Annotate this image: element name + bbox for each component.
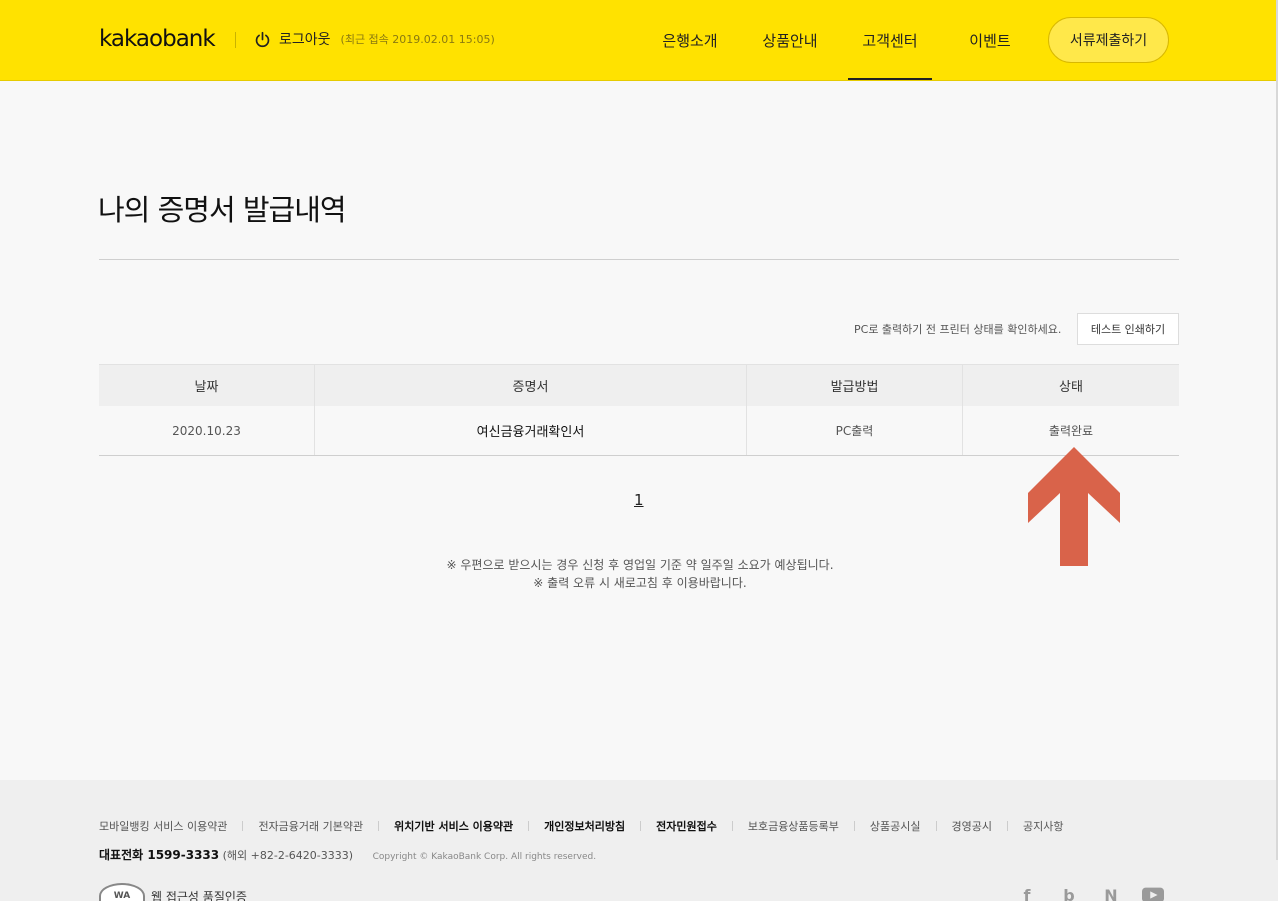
footer-link-privacy[interactable]: 개인정보처리방침 [544, 818, 625, 834]
footer-link-product-disclosure[interactable]: 상품공시실 [870, 818, 921, 834]
footer-link-notices[interactable]: 공지사항 [1023, 818, 1063, 834]
header-status: 상태 [1059, 380, 1083, 395]
footer-link-management-disclosure[interactable]: 경영공시 [952, 818, 992, 834]
print-note: PC로 출력하기 전 프린터 상태를 확인하세요. [854, 323, 1062, 336]
site-header: kakaobank 로그아웃 (최근 접속 2019.02.01 15:05) … [0, 0, 1278, 81]
footer-separator [853, 821, 855, 831]
notice-text: ※ 우편으로 받으시는 경우 신청 후 영업일 기준 약 일주일 소요가 예상됩… [340, 556, 940, 592]
nav-products[interactable]: 상품안내 [740, 0, 840, 80]
footer-link-complaint[interactable]: 전자민원접수 [656, 818, 717, 834]
contact-row: 대표전화 1599-3333 (해외 +82-2-6420-3333) Copy… [99, 846, 596, 863]
submit-documents-button[interactable]: 서류제출하기 [1048, 17, 1169, 63]
nav-about[interactable]: 은행소개 [640, 0, 740, 80]
nav-customer-center[interactable]: 고객센터 [840, 0, 940, 80]
naver-post-icon[interactable]: N [1100, 886, 1122, 901]
footer-link-protected-products[interactable]: 보호금융상품등록부 [748, 818, 839, 834]
accessibility-cert: WA 웹 접근성 품질인증 [99, 883, 247, 901]
footer-separator [528, 821, 530, 831]
facebook-icon[interactable]: f [1016, 886, 1038, 901]
certificate-table: 날짜 증명서 발급방법 상태 2020.10.23 여신금융거래확인서 PC출력… [99, 364, 1179, 456]
footer-links: 모바일뱅킹 서비스 이용약관 전자금융거래 기본약관 위치기반 서비스 이용약관… [99, 818, 1064, 834]
page-title: 나의 증명서 발급내역 [98, 193, 347, 227]
cell-method: PC출력 [747, 406, 963, 455]
header-divider [235, 32, 236, 48]
header-date: 날짜 [99, 365, 315, 406]
nav-events[interactable]: 이벤트 [940, 0, 1040, 80]
footer-link-location-terms[interactable]: 위치기반 서비스 이용약관 [394, 818, 513, 834]
table-header-row: 날짜 증명서 발급방법 상태 [99, 365, 1179, 406]
notice-line-2: ※ 출력 오류 시 새로고침 후 이용바랍니다. [533, 576, 747, 590]
annotation-arrow-up-icon [1028, 447, 1120, 566]
blog-icon[interactable]: b [1058, 886, 1080, 901]
footer-separator [640, 821, 642, 831]
main-nav: 은행소개 상품안내 고객센터 이벤트 [640, 0, 1040, 80]
table-row: 2020.10.23 여신금융거래확인서 PC출력 출력완료 [99, 406, 1179, 455]
social-links: f b N [1016, 886, 1164, 901]
cert-label: 웹 접근성 품질인증 [151, 889, 247, 901]
cell-date: 2020.10.23 [99, 406, 315, 455]
footer-separator [1007, 821, 1009, 831]
phone-number: 대표전화 1599-3333 [99, 848, 220, 862]
test-print-button[interactable]: 테스트 인쇄하기 [1077, 313, 1179, 345]
footer-link-mobile-terms[interactable]: 모바일뱅킹 서비스 이용약관 [99, 818, 227, 834]
cell-certificate: 여신금융거래확인서 [315, 406, 747, 455]
footer-separator [378, 821, 380, 831]
header-method: 발급방법 [747, 365, 963, 406]
wa-cert-logo-icon: WA [99, 883, 145, 901]
overseas-phone: (해외 +82-2-6420-3333) [222, 849, 354, 862]
kakaobank-logo[interactable]: kakaobank [99, 26, 216, 52]
title-divider [99, 259, 1179, 260]
youtube-icon[interactable] [1142, 887, 1164, 901]
footer-separator [242, 821, 244, 831]
footer-separator [731, 821, 733, 831]
site-footer: 모바일뱅킹 서비스 이용약관 전자금융거래 기본약관 위치기반 서비스 이용약관… [0, 780, 1278, 901]
pagination-page-1[interactable]: 1 [634, 491, 644, 509]
footer-link-efinance-terms[interactable]: 전자금융거래 기본약관 [258, 818, 363, 834]
logout-label: 로그아웃 [279, 32, 331, 48]
header-certificate: 증명서 [315, 365, 747, 406]
last-login-text: (최근 접속 2019.02.01 15:05) [340, 33, 495, 46]
copyright-text: Copyright © KakaoBank Corp. All rights r… [372, 852, 597, 862]
footer-separator [935, 821, 937, 831]
notice-line-1: ※ 우편으로 받으시는 경우 신청 후 영업일 기준 약 일주일 소요가 예상됩… [446, 558, 834, 572]
power-icon [255, 31, 270, 47]
logout-button[interactable]: 로그아웃 (최근 접속 2019.02.01 15:05) [254, 29, 495, 49]
